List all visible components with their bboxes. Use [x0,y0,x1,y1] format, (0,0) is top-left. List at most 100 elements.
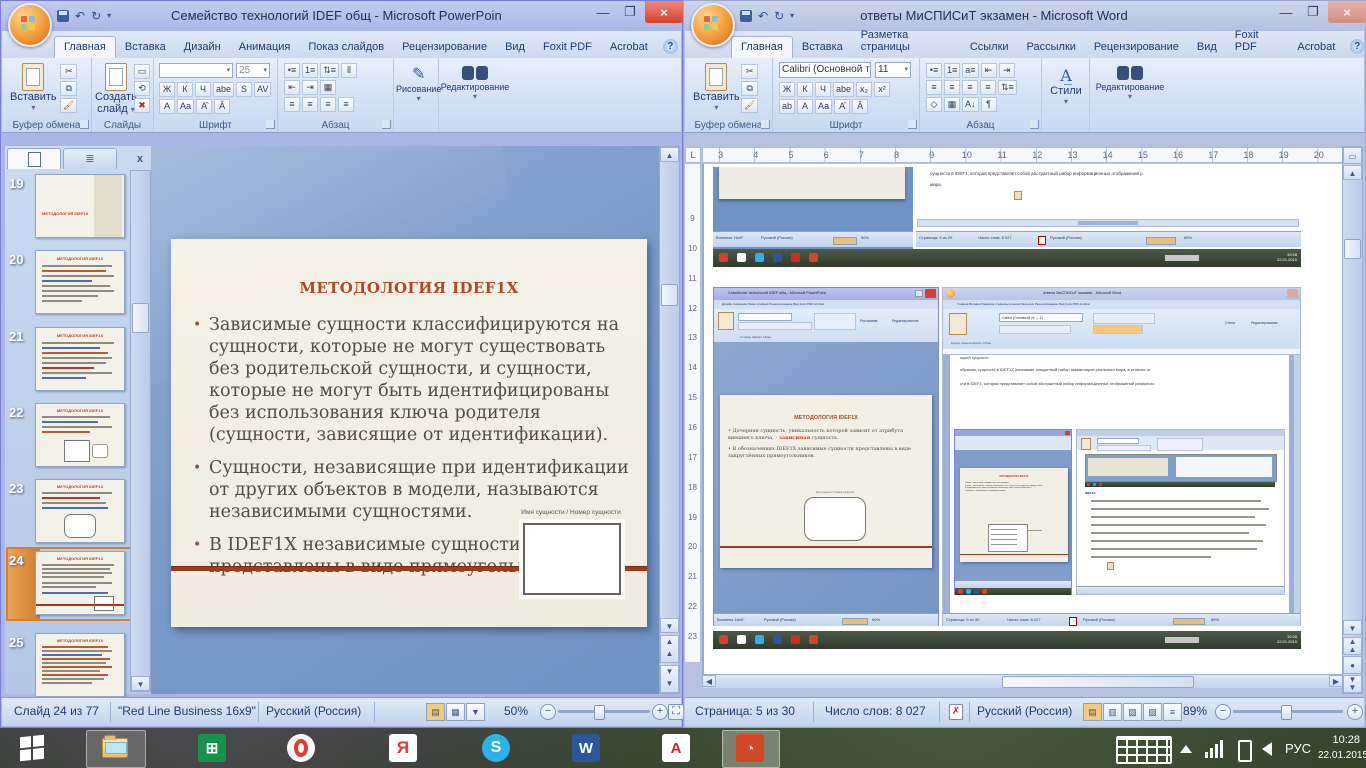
fit-slide-icon[interactable]: ⛶ [668,704,684,720]
ppt-maximize-button[interactable]: ❐ [617,1,643,23]
word-hscrollbar[interactable]: ◀ ▶ [702,674,1343,688]
word-tab-rassylki[interactable]: Рассылки [1018,36,1085,58]
item[interactable]: 1≡ [302,63,319,78]
dialog-launcher-icon[interactable] [266,120,275,129]
item[interactable]: ≡ [320,97,336,112]
redo-icon[interactable]: ↻ [774,7,784,25]
save-icon[interactable] [740,10,752,22]
font-size-combo[interactable]: 11 ▾ [875,62,911,78]
item[interactable]: ≡ [980,80,996,95]
zoom-in-icon[interactable]: + [652,704,668,720]
word-scrollbar-thumb[interactable] [1344,239,1361,259]
undo-icon[interactable]: ↶ [75,7,85,25]
pane-scroll-down-icon[interactable]: ▼ [131,676,150,691]
ppt-editing-button[interactable]: Редактирование ▾ [441,66,509,101]
item[interactable]: ≡ [926,80,942,95]
item[interactable]: К [797,82,813,97]
ppt-tab-animaciya[interactable]: Анимация [230,36,300,58]
font-name-combo[interactable]: ▾ [159,63,233,78]
opera-icon[interactable] [287,734,315,762]
ppt-tab-glavnaya[interactable]: Главная [54,36,116,58]
dialog-launcher-icon[interactable] [382,120,391,129]
item[interactable]: AV [254,82,272,97]
previous-page-button[interactable]: ▲ ▲ [1343,637,1362,655]
item[interactable]: ≡ [302,97,318,112]
slide-sorter-icon[interactable]: ▦ [446,703,465,721]
item[interactable]: ≡ [284,97,300,112]
ppt-tab-vstavka[interactable]: Вставка [116,36,175,58]
word-document-area[interactable]: Business 16x9" Русский (Россия) 50% сущн… [702,164,1343,688]
item[interactable]: abe [833,82,855,97]
slides-tab[interactable] [7,148,61,169]
windows-store-icon[interactable]: ⊞ [198,734,226,762]
word-scrollbar[interactable]: ▭ ▲ ▼ ▲ ▲ ● ▼ ▼ [1342,146,1363,694]
font-name-combo[interactable]: Calibri (Основной те▾ [779,62,871,78]
item[interactable]: Ж [159,82,175,97]
skype-icon[interactable]: S [482,734,510,762]
item[interactable]: А̂ [196,99,213,114]
item[interactable]: ▦ [320,80,336,95]
zoom-out-icon[interactable]: − [1215,704,1231,720]
previous-slide-button[interactable]: ▲ ▲ [660,635,679,663]
network-icon[interactable] [1205,740,1223,758]
ppt-scrollbar[interactable]: ▲ ▼ ▲ ▲ ▼ ▼ [659,146,680,694]
item[interactable]: ≡ [338,97,354,112]
zoom-out-icon[interactable]: − [540,704,556,720]
slide-24[interactable]: МЕТОДОЛОГИЯ IDEF1X Зависимые сущности кл… [171,239,647,627]
item[interactable]: А̌ [852,99,869,114]
item[interactable]: ◇ [926,97,942,112]
view-ruler-icon[interactable]: ▭ [1343,147,1362,164]
item[interactable]: •≡ [284,63,300,78]
word-close-button[interactable]: × [1328,1,1366,23]
item[interactable]: ⇥ [302,80,318,95]
spellcheck-icon[interactable]: ✗ [949,704,963,720]
new-slide-button[interactable]: Создать слайд ▾ [95,63,137,115]
item[interactable]: Ж [779,82,795,97]
ppt-zoom-thumb[interactable] [594,705,605,720]
reset-slide-icon[interactable]: ⟲ [134,81,150,96]
start-button[interactable] [18,734,46,762]
ppt-tab-dizain[interactable]: Дизайн [175,36,230,58]
pane-close-icon[interactable]: x [137,153,149,169]
web-layout-icon[interactable]: ▧ [1123,703,1142,721]
item[interactable]: •≡ [926,63,942,78]
item[interactable]: А↓ [962,97,979,112]
entity-box-shape[interactable] [523,523,621,595]
vertical-ruler[interactable]: 9 10 11 12 13 14 15 16 17 18 19 20 21 22 23 [685,164,701,662]
ppt-tab-pokaz[interactable]: Показ слайдов [299,36,393,58]
help-icon[interactable]: ? [1350,39,1364,54]
word-minimize-button[interactable]: — [1274,1,1298,23]
scroll-left-icon[interactable]: ◀ [702,675,716,687]
file-explorer-icon[interactable] [101,734,129,762]
item[interactable]: Ч [195,82,211,97]
qat-dropdown-icon[interactable]: ▾ [107,7,111,25]
ppt-close-button[interactable]: × [645,1,683,23]
item[interactable]: ⇅≡ [320,63,340,78]
volume-icon[interactable] [1262,742,1272,756]
paste-button[interactable]: Вставить ▾ [10,63,57,112]
battery-icon[interactable] [1238,740,1252,762]
word-tab-foxit[interactable]: Foxit PDF [1226,24,1289,58]
word-language[interactable]: Русский (Россия) [977,704,1087,718]
item[interactable]: Аа [815,99,833,114]
item[interactable]: ⇅≡ [998,80,1017,95]
word-zoom-level[interactable]: 89% [1183,704,1207,718]
clock[interactable]: 10:28 22.01.2015 [1318,733,1366,763]
word-editing-button[interactable]: Редактирование ▾ [1092,66,1168,101]
word-taskbar-icon[interactable]: W [572,734,600,762]
word-zoom-thumb[interactable] [1281,705,1292,720]
dialog-launcher-icon[interactable] [1030,120,1039,129]
item[interactable]: S [236,82,253,97]
next-slide-button[interactable]: ▼ ▼ [660,665,679,693]
outline-view-icon[interactable]: ▨ [1143,703,1162,721]
word-maximize-button[interactable]: ❐ [1300,1,1326,23]
ppt-tab-acrobat[interactable]: Acrobat [601,36,657,58]
item[interactable]: ≡ [944,80,960,95]
office-button[interactable] [8,3,52,47]
ppt-zoom-level[interactable]: 50% [504,704,528,718]
copy-icon[interactable]: ⧉ [60,81,78,96]
item[interactable]: ⇤ [284,80,300,95]
ppt-scroll-down-icon[interactable]: ▼ [660,618,679,633]
help-icon[interactable]: ? [662,39,678,54]
next-page-button[interactable]: ▼ ▼ [1343,675,1362,693]
